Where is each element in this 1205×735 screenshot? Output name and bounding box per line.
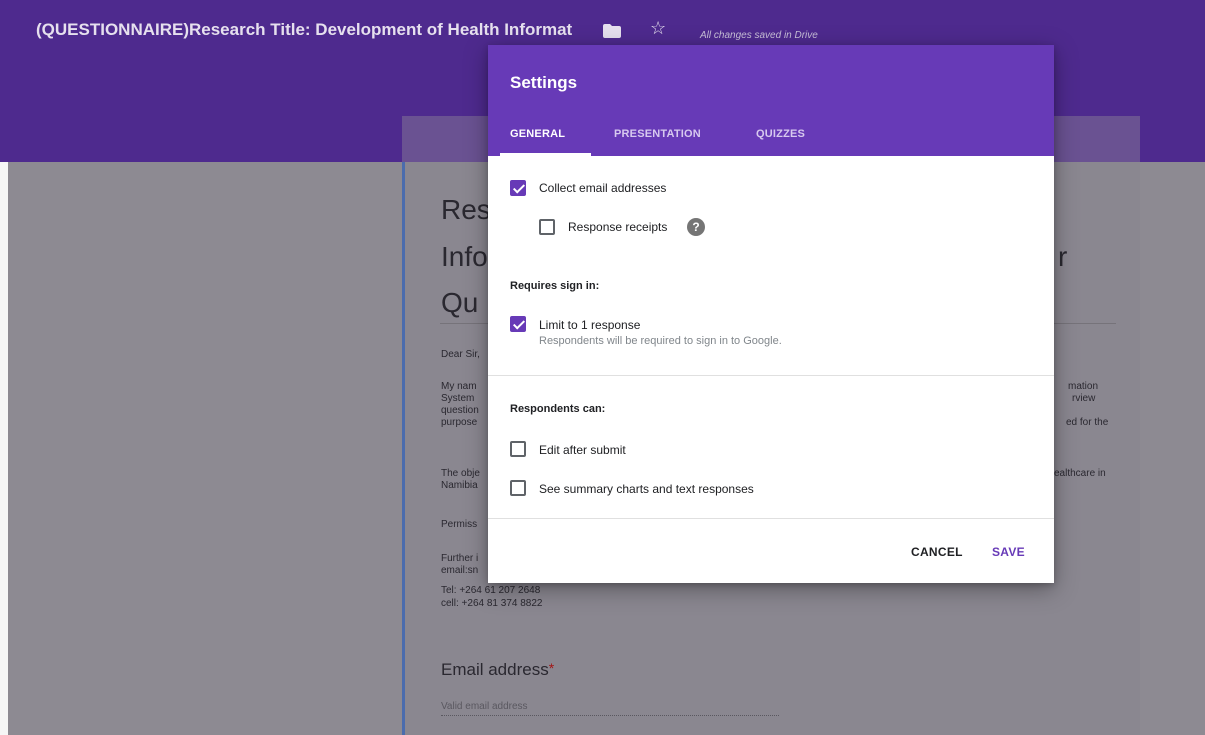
collect-email-label[interactable]: Collect email addresses	[539, 181, 666, 195]
star-icon[interactable]: ☆	[650, 18, 666, 38]
form-text-line: My nam	[441, 381, 477, 392]
form-text-line: Namibia	[441, 480, 478, 491]
form-text-line: Tel: +264 61 207 2648	[441, 585, 541, 596]
limit-one-response-hint: Respondents will be required to sign in …	[539, 335, 782, 347]
form-text-line: rview	[1072, 393, 1096, 404]
limit-one-response-checkbox[interactable]	[510, 316, 526, 332]
limit-one-response-label[interactable]: Limit to 1 response	[539, 318, 640, 332]
form-text-line: System	[441, 393, 475, 404]
form-title-fragment: Res	[441, 194, 491, 225]
tab-presentation[interactable]: PRESENTATION	[614, 128, 701, 140]
folder-icon[interactable]	[603, 24, 621, 38]
actions-divider	[488, 518, 1054, 519]
help-icon[interactable]: ?	[687, 218, 705, 236]
see-summary-checkbox[interactable]	[510, 480, 526, 496]
form-title-fragment: Qu	[441, 287, 479, 318]
form-text-line: email:sn	[441, 565, 479, 576]
collect-email-checkbox[interactable]	[510, 180, 526, 196]
active-tab-indicator	[500, 153, 591, 156]
tab-general[interactable]: GENERAL	[510, 128, 565, 140]
respondents-can-heading: Respondents can:	[510, 403, 606, 415]
see-summary-label[interactable]: See summary charts and text responses	[539, 482, 754, 496]
document-title[interactable]: (QUESTIONNAIRE)Research Title: Developme…	[36, 20, 596, 40]
form-title-fragment: r	[1058, 241, 1068, 272]
form-text-line: Dear Sir,	[441, 349, 480, 360]
page-edge	[0, 162, 8, 735]
form-text-line: Further i	[441, 553, 479, 564]
section-divider	[488, 375, 1054, 376]
form-text-line: cell: +264 81 374 8822	[441, 598, 543, 609]
save-status: All changes saved in Drive	[700, 30, 818, 41]
cancel-button[interactable]: CANCEL	[911, 545, 963, 559]
form-text-line: purpose	[441, 417, 478, 428]
response-receipts-checkbox[interactable]	[539, 219, 555, 235]
form-text-line: ed for the	[1066, 417, 1109, 428]
email-label-text: Email address	[441, 660, 549, 679]
form-title-fragment: Info	[441, 241, 488, 272]
form-text-line: question	[441, 405, 479, 416]
response-receipts-label[interactable]: Response receipts	[568, 220, 667, 234]
form-text-line: Permiss	[441, 519, 478, 530]
edit-after-submit-checkbox[interactable]	[510, 441, 526, 457]
tab-quizzes[interactable]: QUIZZES	[756, 128, 805, 140]
save-button[interactable]: SAVE	[992, 545, 1025, 559]
form-text-line: mation	[1068, 381, 1099, 392]
dialog-title: Settings	[510, 73, 578, 92]
email-question-label: Email address*	[441, 660, 554, 680]
requires-sign-in-heading: Requires sign in:	[510, 280, 600, 292]
edit-after-submit-label[interactable]: Edit after submit	[539, 443, 626, 457]
email-input[interactable]: Valid email address	[441, 701, 779, 716]
form-text-line: ealthcare in	[1054, 468, 1106, 479]
required-asterisk: *	[548, 660, 555, 676]
form-text-line: The obje	[441, 468, 480, 479]
settings-dialog: Settings GENERAL PRESENTATION QUIZZES Co…	[488, 45, 1054, 583]
